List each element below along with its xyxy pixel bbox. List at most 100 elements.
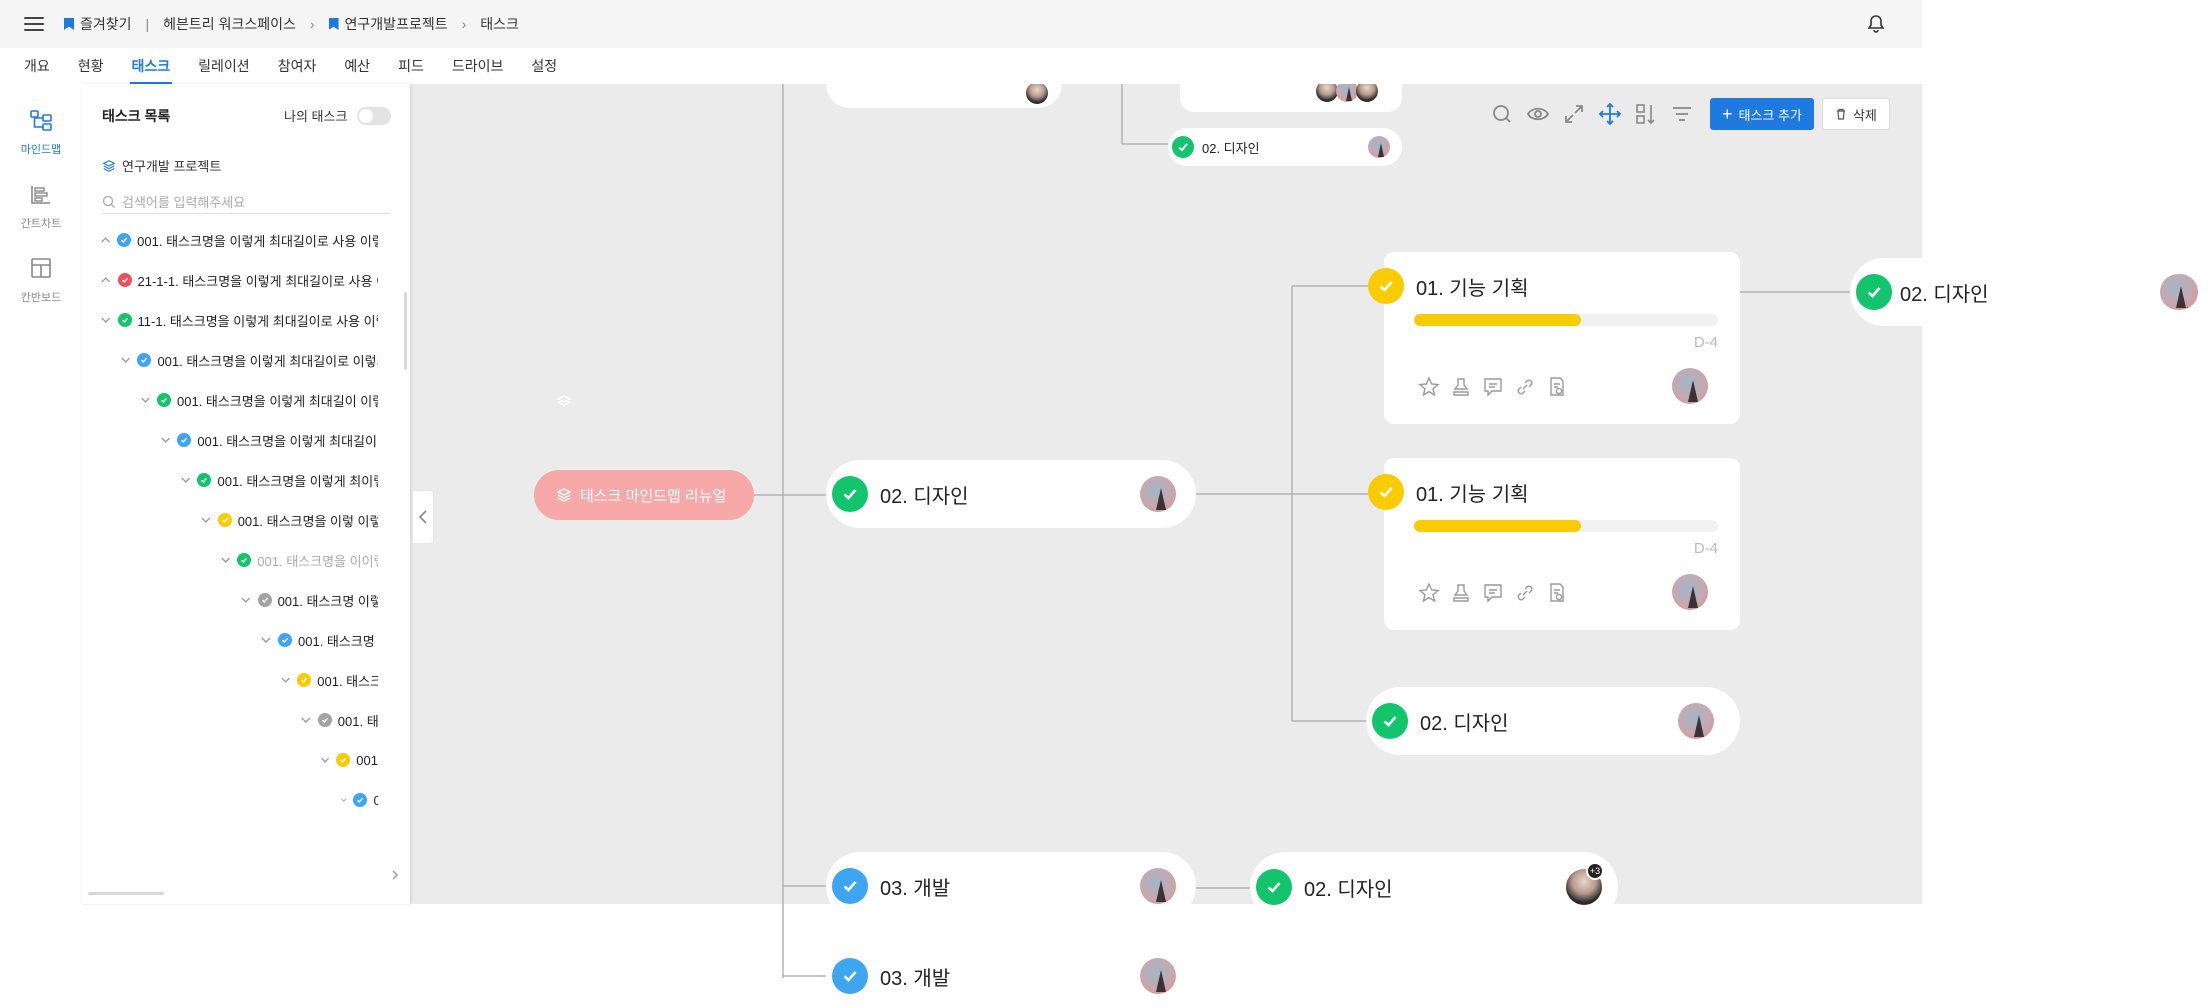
dday-label: D-4 xyxy=(1693,334,1718,351)
tab-drive[interactable]: 드라이브 xyxy=(452,48,504,84)
expand-icon[interactable] xyxy=(1562,102,1586,126)
chevron-down-icon[interactable] xyxy=(300,714,312,726)
task-tree-row[interactable]: 001. xyxy=(320,740,378,780)
rail-gantt[interactable]: 간트차트 xyxy=(0,182,82,231)
chevron-down-icon[interactable] xyxy=(120,354,131,366)
chevron-down-icon[interactable] xyxy=(260,634,272,646)
status-check-icon xyxy=(177,433,192,447)
mindmap-node-design-right[interactable]: 02. 디자인 xyxy=(1850,258,2212,326)
stamp-icon[interactable] xyxy=(1450,582,1472,604)
task-tree-row[interactable]: 001. 태스크명을 이렇게 최대길이렇 xyxy=(160,420,378,460)
stamp-icon[interactable] xyxy=(1450,376,1472,398)
chevron-down-icon[interactable] xyxy=(340,794,347,806)
avatar xyxy=(1368,136,1390,158)
layers-icon xyxy=(556,488,572,502)
task-tree-row[interactable]: 001. 태스크명을 이이렇 xyxy=(220,540,378,580)
add-task-button[interactable]: + 태스크 추가 xyxy=(1710,98,1814,130)
doc-search-icon[interactable] xyxy=(1546,582,1568,604)
task-tree-row[interactable]: 001. 태스크명을 이렇게 최대길이로 사용 이렇게 xyxy=(100,220,378,260)
task-card-planning-2[interactable]: 01. 기능 기획 D-4 xyxy=(1384,458,1740,630)
task-tree-row[interactable]: 001. 태스크 xyxy=(280,660,378,700)
dday-label: D-4 xyxy=(1693,540,1718,557)
task-name: 001. 태스크명을 이이렇 xyxy=(257,553,378,569)
mindmap-node-dev-child[interactable]: 02. 디자인 +3 xyxy=(1250,852,1618,922)
chevron-down-icon[interactable] xyxy=(180,474,191,486)
task-tree-row[interactable]: 11-1. 태스크명을 이렇게 최대길이로 사용 이렇 xyxy=(100,300,378,340)
chevron-down-icon[interactable] xyxy=(200,514,212,526)
delete-label: 삭제 xyxy=(1852,107,1877,123)
comment-icon[interactable] xyxy=(1482,376,1504,398)
mindmap-node-design-l2[interactable]: 02. 디자인 xyxy=(1366,687,1740,755)
check-icon xyxy=(1856,274,1892,310)
mindmap-node-partial-top[interactable] xyxy=(826,82,1062,108)
rail-mindmap[interactable]: 마인드맵 xyxy=(0,108,82,157)
horizontal-scrollbar[interactable] xyxy=(88,892,164,895)
chevron-down-icon[interactable] xyxy=(320,754,330,766)
task-tree-row[interactable] xyxy=(360,820,378,830)
my-task-toggle[interactable] xyxy=(357,106,392,125)
sort-icon[interactable] xyxy=(1634,102,1658,126)
bell-icon[interactable] xyxy=(1866,14,1886,34)
tab-status[interactable]: 현황 xyxy=(78,48,104,84)
task-search-input[interactable]: 검색어를 입력해주세요 xyxy=(102,190,390,214)
task-tree-row[interactable]: 001. 태스크명을 이렇게 최이렇 xyxy=(180,460,378,500)
task-tree-row[interactable]: 001. 태스크명을 이렇게 최대길이 이렇게 xyxy=(140,380,378,420)
tab-task[interactable]: 태스크 xyxy=(129,48,172,84)
node-label: 02. 디자인 xyxy=(1900,283,1989,306)
progress-bar xyxy=(1414,520,1718,532)
task-tree-row[interactable]: 001. 태스크명을 이렇게 최대길이로 이렇게 xyxy=(120,340,378,380)
tab-relation[interactable]: 릴레이션 xyxy=(198,48,250,84)
vertical-scrollbar[interactable] xyxy=(404,292,407,370)
collapse-panel-button[interactable] xyxy=(412,490,434,544)
breadcrumb-item[interactable]: 연구개발프로젝트 xyxy=(345,14,448,34)
bookmark-icon xyxy=(328,18,339,30)
chevron-down-icon[interactable] xyxy=(100,314,112,326)
comment-icon[interactable] xyxy=(1482,582,1504,604)
star-icon[interactable] xyxy=(1418,582,1440,604)
mindmap-node-dev-2[interactable]: 03. 개발 xyxy=(826,942,1196,1008)
tab-feed[interactable]: 피드 xyxy=(398,48,424,84)
task-tree-row[interactable]: 001. 태 xyxy=(300,700,378,740)
link-icon[interactable] xyxy=(1514,582,1536,604)
link-icon[interactable] xyxy=(1514,376,1536,398)
tab-overview[interactable]: 개요 xyxy=(24,48,50,84)
chevron-down-icon[interactable] xyxy=(220,554,231,566)
rail-label: 마인드맵 xyxy=(20,144,62,156)
tab-participants[interactable]: 참여자 xyxy=(278,48,317,84)
delete-button[interactable]: 삭제 xyxy=(1821,98,1890,130)
mindmap-node-design-small[interactable]: 02. 디자인 xyxy=(1168,128,1402,166)
eye-icon[interactable] xyxy=(1526,102,1550,126)
mindmap-node-dev-1[interactable]: 03. 개발 xyxy=(826,852,1196,920)
breadcrumb-item[interactable]: 헤븐트리 워크스페이스 xyxy=(163,14,296,34)
project-title[interactable]: 연구개발 프로젝트 xyxy=(102,156,221,175)
tab-budget[interactable]: 예산 xyxy=(344,48,370,84)
rail-kanban[interactable]: 칸반보드 xyxy=(0,256,82,305)
breadcrumb-item[interactable]: 즐겨찾기 xyxy=(80,14,132,34)
mindmap-root-node[interactable]: 태스크 마인드맵 리뉴얼 xyxy=(534,470,754,520)
task-tree-row[interactable]: 001. 태스크명 이렇 xyxy=(240,580,378,620)
chevron-right-icon[interactable] xyxy=(390,870,400,880)
task-tree-row[interactable]: 0 xyxy=(340,780,378,820)
mindmap-node-partial-top-right[interactable] xyxy=(1180,80,1402,112)
card-actions xyxy=(1418,376,1578,398)
search-icon[interactable] xyxy=(1490,102,1514,126)
task-tree-row[interactable]: 21-1-1. 태스크명을 이렇게 최대길이로 사용 이 xyxy=(100,260,378,300)
chevron-down-icon[interactable] xyxy=(140,394,151,406)
mindmap-node-design[interactable]: 02. 디자인 xyxy=(826,460,1196,528)
task-card-planning-1[interactable]: 01. 기능 기획 D-4 xyxy=(1384,252,1740,424)
move-icon[interactable] xyxy=(1598,102,1622,126)
task-tree-row[interactable]: 001. 태스크명 xyxy=(260,620,378,660)
filter-icon[interactable] xyxy=(1670,102,1694,126)
chevron-down-icon[interactable] xyxy=(160,434,171,446)
chevron-up-icon[interactable] xyxy=(100,274,112,286)
chevron-down-icon[interactable] xyxy=(240,594,252,606)
chevron-down-icon[interactable] xyxy=(280,674,291,686)
tab-settings[interactable]: 설정 xyxy=(531,48,557,84)
doc-search-icon[interactable] xyxy=(1546,376,1568,398)
menu-icon[interactable] xyxy=(24,17,44,31)
star-icon[interactable] xyxy=(1418,376,1440,398)
task-tree-row[interactable]: 001. 태스크명을 이렇 이렇 xyxy=(200,500,378,540)
node-label: 03. 개발 xyxy=(880,877,951,900)
breadcrumb-item[interactable]: 태스크 xyxy=(480,14,519,34)
chevron-up-icon[interactable] xyxy=(100,234,111,246)
